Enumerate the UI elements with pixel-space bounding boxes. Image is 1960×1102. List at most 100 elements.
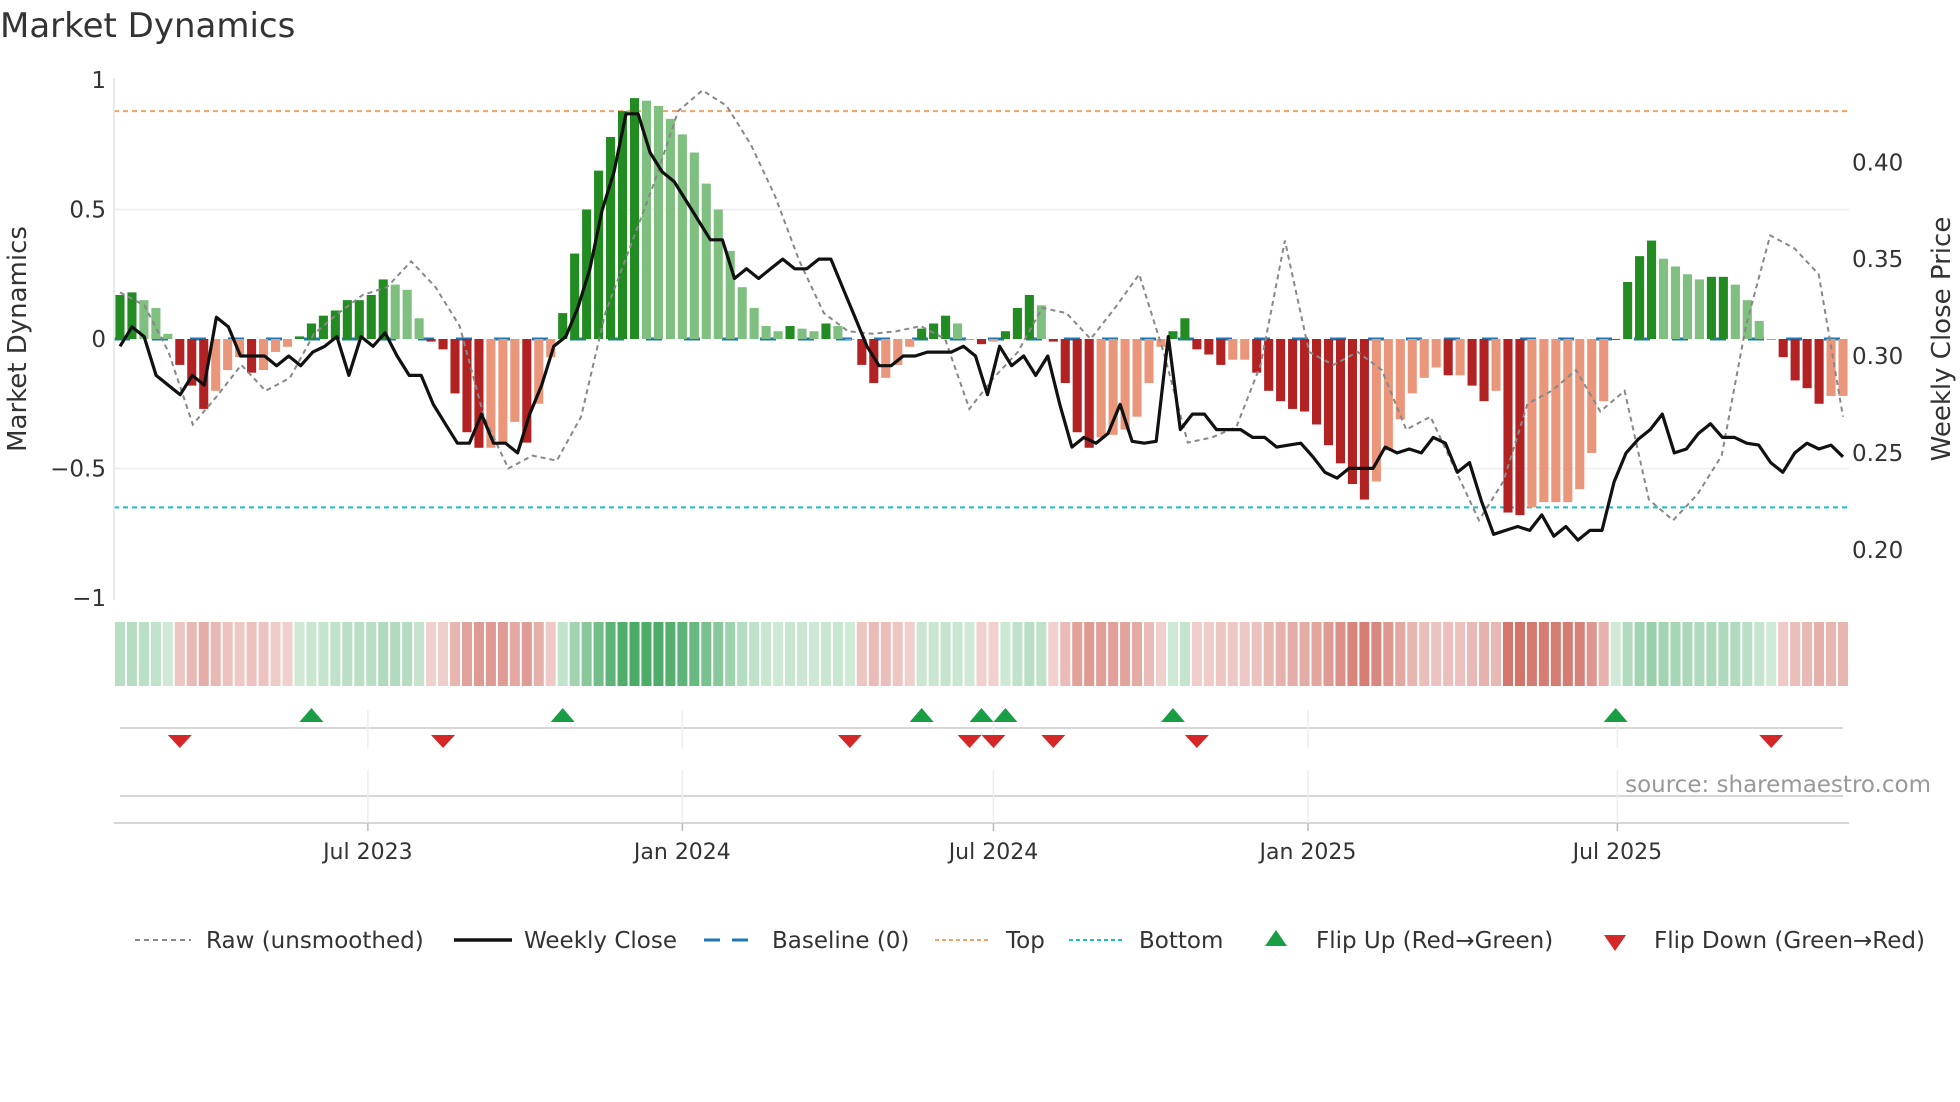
right-tick-label: 0.30 xyxy=(1852,344,1903,370)
heat-cell xyxy=(844,622,855,686)
dynamics-bar xyxy=(498,339,508,443)
x-tick-label: Jul 2024 xyxy=(947,840,1039,865)
heat-cell xyxy=(1574,622,1585,686)
heat-cell xyxy=(1275,622,1286,686)
dynamics-bar xyxy=(941,315,951,339)
heat-cell xyxy=(820,622,831,686)
heat-cell xyxy=(318,622,329,686)
heat-cell xyxy=(414,622,425,686)
heat-cell xyxy=(1179,622,1190,686)
dynamics-bar xyxy=(390,284,400,339)
dynamics-bar xyxy=(510,339,520,422)
dynamics-bar xyxy=(1216,339,1226,365)
heat-cell xyxy=(629,622,640,686)
dynamics-bar xyxy=(1515,339,1525,516)
heat-cell xyxy=(1670,622,1681,686)
heat-cell xyxy=(928,622,939,686)
legend-flip-down-icon xyxy=(1604,935,1626,951)
dynamics-bar xyxy=(1276,339,1286,402)
legend-baseline-label: Baseline (0) xyxy=(772,928,909,954)
dynamics-bar xyxy=(653,105,663,340)
heat-cell xyxy=(1024,622,1035,686)
dynamics-bar xyxy=(1264,339,1274,391)
heat-cell xyxy=(581,622,592,686)
dynamics-bar xyxy=(115,294,125,339)
heat-cell xyxy=(1371,622,1382,686)
heat-cell xyxy=(665,622,676,686)
dynamics-bar xyxy=(1790,339,1800,381)
dynamics-bar xyxy=(1575,339,1585,490)
heat-cell xyxy=(1263,622,1274,686)
heat-cell xyxy=(270,622,281,686)
dynamics-bar xyxy=(797,328,807,339)
dynamics-bar xyxy=(1180,318,1190,339)
dynamics-bar xyxy=(1838,339,1848,396)
heat-cell xyxy=(677,622,688,686)
heat-cell xyxy=(1359,622,1370,686)
heat-cell xyxy=(1778,622,1789,686)
flip-down-marker xyxy=(981,735,1006,748)
heat-cell xyxy=(1526,622,1537,686)
dynamics-bar xyxy=(1060,339,1070,384)
heat-cell xyxy=(1490,622,1502,686)
dynamics-bar xyxy=(1192,339,1202,350)
heat-cell xyxy=(1215,622,1226,686)
dynamics-bar xyxy=(1084,339,1094,448)
dynamics-bar xyxy=(1467,339,1477,386)
dynamics-bar xyxy=(1503,339,1513,513)
heat-strip xyxy=(114,622,1849,686)
flip-down-marker xyxy=(1041,735,1066,748)
heat-cell xyxy=(1000,622,1011,686)
heat-cell xyxy=(461,622,473,686)
dynamics-bar xyxy=(1335,339,1346,464)
heat-cell xyxy=(1742,622,1753,686)
right-axis-label: Weekly Close Price xyxy=(1927,217,1957,462)
dynamics-bar xyxy=(1551,339,1561,503)
dynamics-bar xyxy=(1443,339,1453,376)
dynamics-bar xyxy=(1288,339,1298,409)
dynamics-bar xyxy=(1479,339,1489,402)
x-tick-label: Jul 2025 xyxy=(1571,840,1663,865)
dynamics-bar xyxy=(737,287,747,339)
flip-down-marker xyxy=(1759,735,1784,748)
dynamics-bar xyxy=(964,339,975,340)
heat-cell xyxy=(1610,622,1621,686)
legend-flip-up-icon xyxy=(1265,930,1287,946)
heat-cell xyxy=(485,622,496,686)
right-tick-label: 0.20 xyxy=(1852,538,1903,564)
left-axis-label: Market Dynamics xyxy=(3,226,33,452)
heat-cell xyxy=(713,622,724,686)
heat-cell xyxy=(1132,622,1143,686)
heat-cell xyxy=(880,622,891,686)
flip-up-marker xyxy=(550,708,575,722)
flip-up-marker xyxy=(299,708,324,722)
heat-cell xyxy=(1754,622,1765,686)
x-tick-label: Jul 2023 xyxy=(321,840,413,865)
heat-cell xyxy=(258,622,269,686)
heat-cell xyxy=(1407,622,1418,686)
heat-cell xyxy=(1323,622,1334,686)
heat-cell xyxy=(366,622,377,686)
heat-cell xyxy=(521,622,532,686)
left-tick-label: 0.5 xyxy=(69,198,106,224)
dynamics-bar xyxy=(1204,339,1214,355)
heat-cell xyxy=(1167,622,1178,686)
heat-cell xyxy=(617,622,628,686)
heat-cell xyxy=(773,622,784,686)
dynamics-bar xyxy=(833,326,843,339)
market-dynamics-chart: 1 0.5 0 −0.5 −1 0.40 0.35 0.30 0.25 0.20 Jul 2023… xyxy=(3,68,1957,954)
dynamics-bar xyxy=(749,307,759,339)
heat-cell xyxy=(1646,622,1657,686)
heat-cell xyxy=(306,622,317,686)
heat-cell xyxy=(641,622,652,686)
heat-cell xyxy=(1826,622,1837,686)
heat-cell xyxy=(1598,622,1609,686)
dynamics-bar xyxy=(1455,339,1465,376)
heat-cell xyxy=(940,622,951,686)
heat-cell xyxy=(1060,622,1071,686)
dynamics-bar xyxy=(1240,339,1250,360)
flip-down-marker xyxy=(431,735,456,748)
dynamics-bar xyxy=(713,209,723,339)
dynamics-bar xyxy=(1036,305,1046,339)
dynamics-bar xyxy=(1658,258,1669,339)
